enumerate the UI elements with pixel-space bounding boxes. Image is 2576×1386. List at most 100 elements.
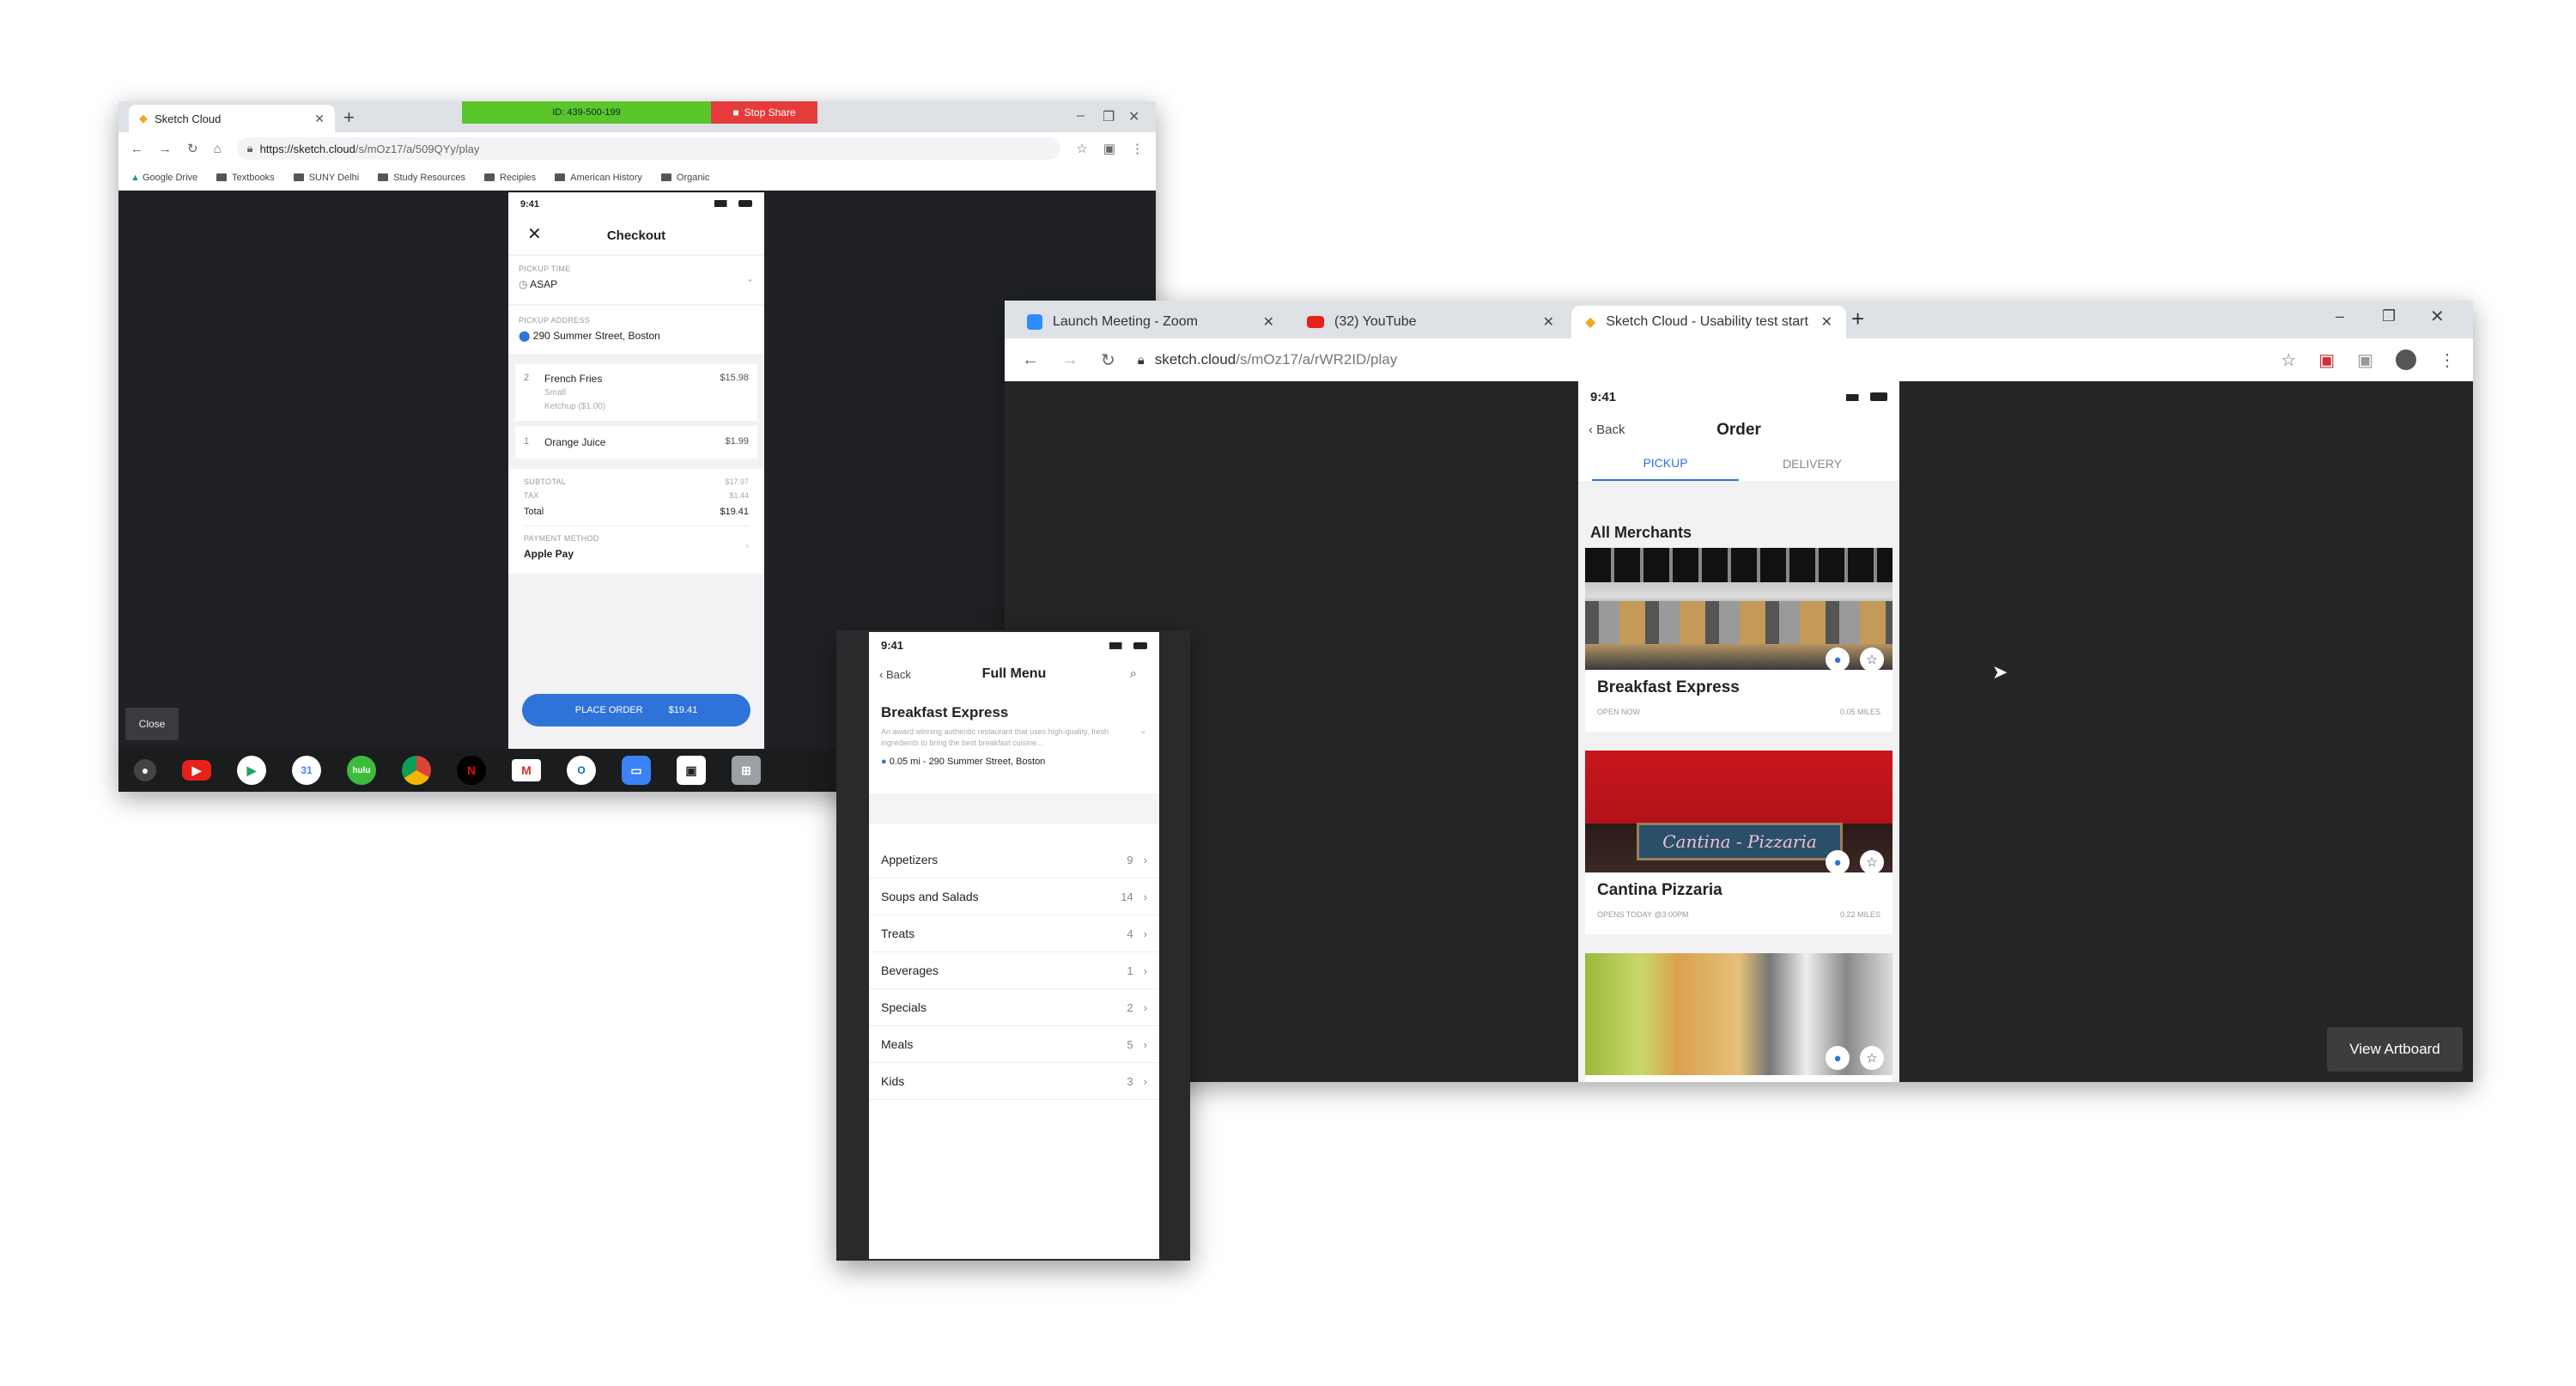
forward-icon[interactable]: →: [1061, 350, 1078, 370]
restaurant-description: An award winning authentic restaurant th…: [881, 727, 1109, 747]
reload-icon[interactable]: ↻: [187, 141, 198, 156]
menu-category-row[interactable]: Treats 4 ›: [869, 915, 1159, 952]
close-tab-icon[interactable]: ✕: [1263, 313, 1274, 331]
tab-zoom[interactable]: Launch Meeting - Zoom ✕: [1013, 306, 1288, 338]
category-name: Meals: [881, 1037, 914, 1051]
calendar-icon[interactable]: 31: [292, 756, 321, 785]
terminal-icon[interactable]: ▣: [677, 756, 706, 785]
pickup-time-row[interactable]: PICKUP TIME ◷ ASAP ⌄: [508, 256, 764, 304]
reload-icon[interactable]: ↻: [1101, 350, 1115, 371]
minimize-icon[interactable]: –: [2336, 307, 2344, 325]
category-count: 9: [1127, 853, 1133, 866]
youtube-icon[interactable]: ▶: [182, 760, 211, 781]
star-icon[interactable]: ☆: [2281, 350, 2296, 371]
status-icons: [1846, 390, 1887, 404]
item-name: French Fries: [544, 373, 603, 385]
bookmark-american-history[interactable]: American History: [555, 173, 642, 183]
close-tab-icon[interactable]: ✕: [1543, 313, 1554, 331]
status-bar: 9:41: [1578, 381, 1899, 412]
close-icon[interactable]: ✕: [527, 223, 542, 245]
status-icons: [1109, 639, 1147, 652]
new-tab-button[interactable]: +: [1851, 306, 1864, 332]
play-store-icon[interactable]: ▶: [237, 756, 266, 785]
tab-sketch-cloud[interactable]: ◆ Sketch Cloud ✕: [129, 105, 335, 132]
menu-category-row[interactable]: Soups and Salads 14 ›: [869, 878, 1159, 915]
merchant-card[interactable]: ● ☆ Breakfast Express OPEN NOW 0.05 MILE…: [1585, 548, 1893, 732]
url-input[interactable]: 🔒︎ https://sketch.cloud/s/mOz17/a/509QYy…: [236, 137, 1061, 160]
sketch-icon: ◆: [139, 112, 148, 125]
menu-icon[interactable]: ⋮: [1131, 141, 1144, 156]
merchant-card[interactable]: Cantina - Pizzaria ● ☆ Cantina Pizzaria …: [1585, 751, 1893, 934]
tab-sketch-cloud[interactable]: ◆ Sketch Cloud - Usability test start ✕: [1571, 306, 1846, 338]
avatar[interactable]: [2396, 350, 2416, 370]
bookmark-textbooks[interactable]: Textbooks: [216, 173, 275, 183]
payment-method-value[interactable]: Apple Pay: [524, 548, 574, 560]
menu-category-row[interactable]: Specials 2 ›: [869, 989, 1159, 1026]
restore-icon[interactable]: ❐: [1103, 108, 1115, 125]
order-screen: 9:41 ‹ Back Order PICKUP DELIVERY All Me…: [1578, 381, 1899, 1082]
bookmark-recipies[interactable]: Recipies: [483, 173, 536, 183]
favorite-star-icon[interactable]: ☆: [1860, 850, 1884, 872]
back-icon[interactable]: ←: [131, 142, 143, 156]
restaurant-location: 0.05 mi - 290 Summer Street, Boston: [889, 757, 1046, 768]
tab-youtube[interactable]: (32) YouTube ✕: [1293, 306, 1568, 338]
merchant-card[interactable]: ● ☆: [1585, 953, 1893, 1082]
messages-icon[interactable]: ▭: [622, 756, 651, 785]
extension-icon[interactable]: ▣: [1103, 141, 1115, 156]
menu-icon[interactable]: ⋮: [2439, 350, 2456, 371]
chevron-right-icon: ›: [1143, 890, 1147, 903]
place-order-button[interactable]: PLACE ORDER $19.41: [522, 694, 750, 726]
cart-item-french-fries[interactable]: 2 French Fries $15.98 Small Ketchup ($1.…: [515, 364, 757, 421]
bookmark-organic[interactable]: Organic: [660, 173, 709, 183]
menu-category-row[interactable]: Beverages 1 ›: [869, 952, 1159, 989]
close-window-icon[interactable]: ✕: [1128, 108, 1139, 125]
chevron-down-icon[interactable]: ⌄: [1139, 725, 1147, 736]
restore-icon[interactable]: ❐: [2382, 307, 2396, 325]
tab-delivery[interactable]: DELIVERY: [1739, 447, 1886, 481]
close-window-icon[interactable]: ✕: [2430, 306, 2445, 327]
category-count: 1: [1127, 964, 1133, 977]
extension-icon[interactable]: ▣: [2318, 350, 2335, 371]
new-tab-button[interactable]: +: [343, 106, 355, 129]
view-artboard-button[interactable]: View Artboard: [2327, 1027, 2463, 1072]
stop-share-button[interactable]: ■ Stop Share: [711, 101, 817, 124]
location-pin-icon[interactable]: ●: [1826, 647, 1850, 670]
zoom-share-bar[interactable]: ID: 439-500-199: [462, 101, 711, 124]
extension-icon[interactable]: ▣: [2357, 350, 2373, 371]
menu-category-row[interactable]: Meals 5 ›: [869, 1026, 1159, 1063]
category-count: 5: [1127, 1037, 1133, 1051]
netflix-icon[interactable]: N: [457, 756, 486, 785]
close-tab-icon[interactable]: ✕: [1821, 313, 1832, 331]
favorite-star-icon[interactable]: ☆: [1860, 1046, 1884, 1070]
bookmark-study-resources[interactable]: Study Resources: [378, 173, 465, 183]
location-pin-icon[interactable]: ●: [1826, 1046, 1850, 1070]
tab-pickup[interactable]: PICKUP: [1592, 447, 1739, 481]
chevron-right-icon: ›: [745, 541, 749, 551]
pickup-time-label: PICKUP TIME: [519, 264, 571, 273]
favorite-star-icon[interactable]: ☆: [1860, 647, 1884, 670]
mouse-cursor-icon: ➤: [1992, 661, 2008, 683]
bookmark-google-drive[interactable]: ▲ Google Drive: [131, 173, 197, 183]
status-time: 9:41: [520, 199, 540, 210]
gmail-icon[interactable]: M: [512, 759, 541, 781]
launcher-icon[interactable]: ●: [134, 759, 156, 781]
home-icon[interactable]: ⌂: [214, 142, 222, 156]
search-icon[interactable]: ⌕: [1130, 666, 1137, 681]
url-input[interactable]: 🔒︎ sketch.cloud/s/mOz17/a/rWR2ID/play: [1138, 351, 2258, 368]
close-button[interactable]: Close: [125, 708, 179, 740]
page-title: Full Menu: [981, 666, 1047, 681]
outlook-icon[interactable]: O: [567, 756, 596, 785]
chrome-icon[interactable]: [402, 756, 431, 785]
close-tab-icon[interactable]: ✕: [314, 112, 325, 126]
menu-category-row[interactable]: Kids 3 ›: [869, 1063, 1159, 1100]
back-icon[interactable]: ←: [1022, 350, 1039, 370]
hulu-icon[interactable]: hulu: [347, 756, 376, 785]
calculator-icon[interactable]: ⊞: [732, 756, 761, 785]
menu-category-row[interactable]: Appetizers 9 ›: [869, 842, 1159, 878]
cart-item-orange-juice[interactable]: 1 Orange Juice $1.99: [515, 426, 757, 459]
bookmark-suny-delhi[interactable]: SUNY Delhi: [293, 173, 359, 183]
star-icon[interactable]: ☆: [1076, 141, 1087, 156]
forward-icon[interactable]: →: [159, 142, 172, 156]
minimize-icon[interactable]: –: [1077, 108, 1084, 124]
location-pin-icon[interactable]: ●: [1826, 850, 1850, 872]
